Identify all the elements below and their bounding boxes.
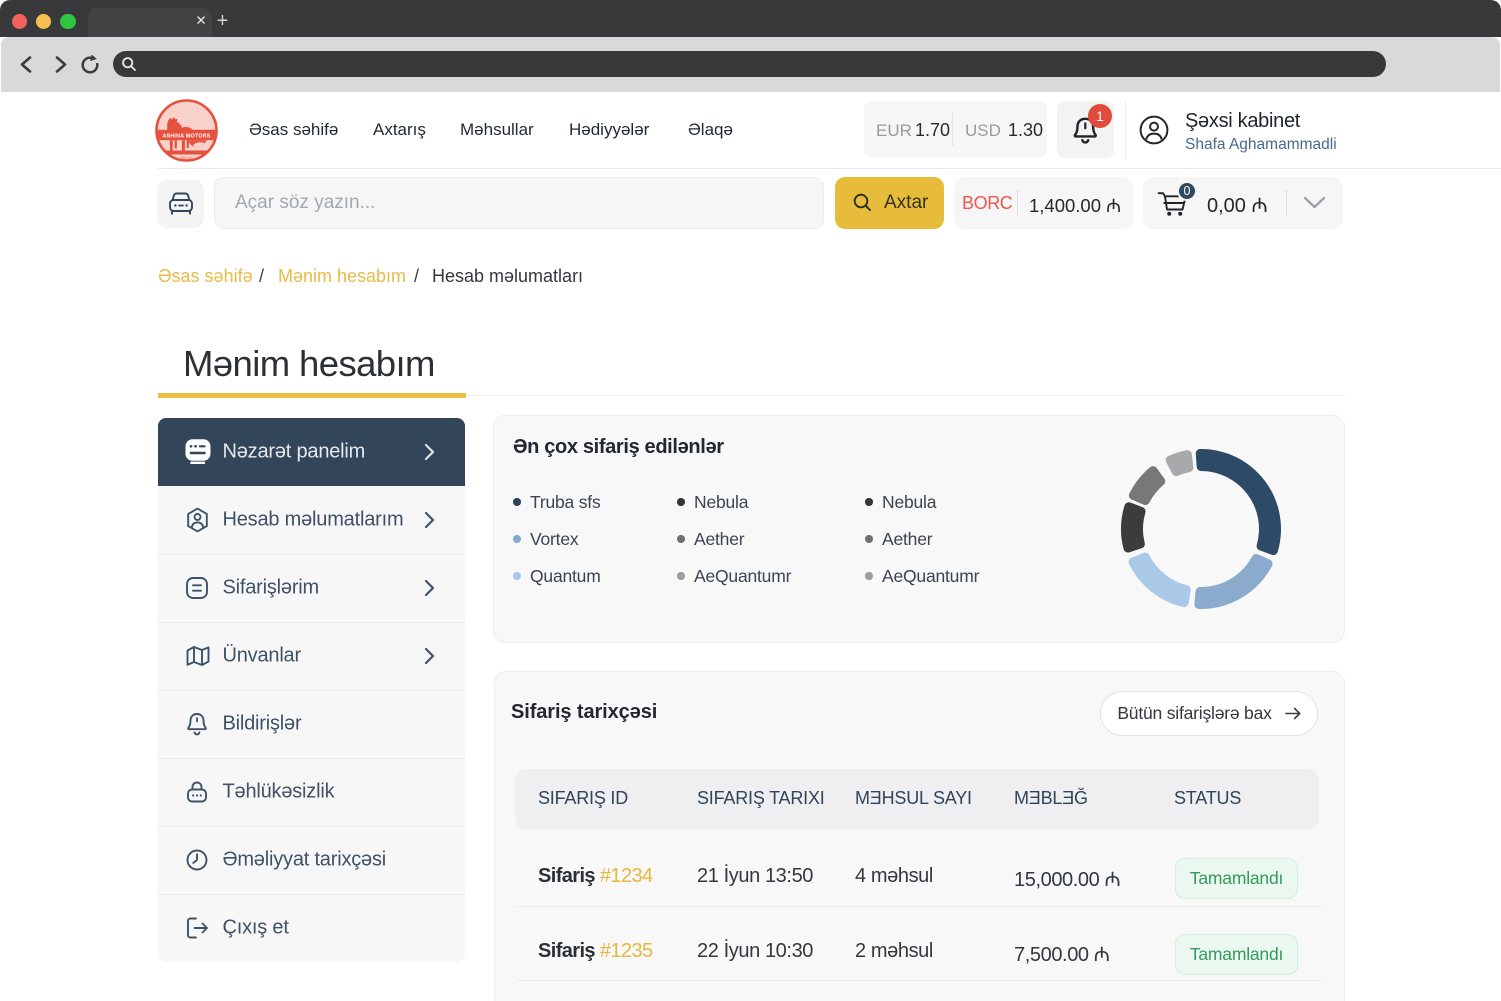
svg-text:Baki city: Baki city xyxy=(181,155,192,159)
svg-text:ASHINA MOTORS: ASHINA MOTORS xyxy=(162,134,210,140)
